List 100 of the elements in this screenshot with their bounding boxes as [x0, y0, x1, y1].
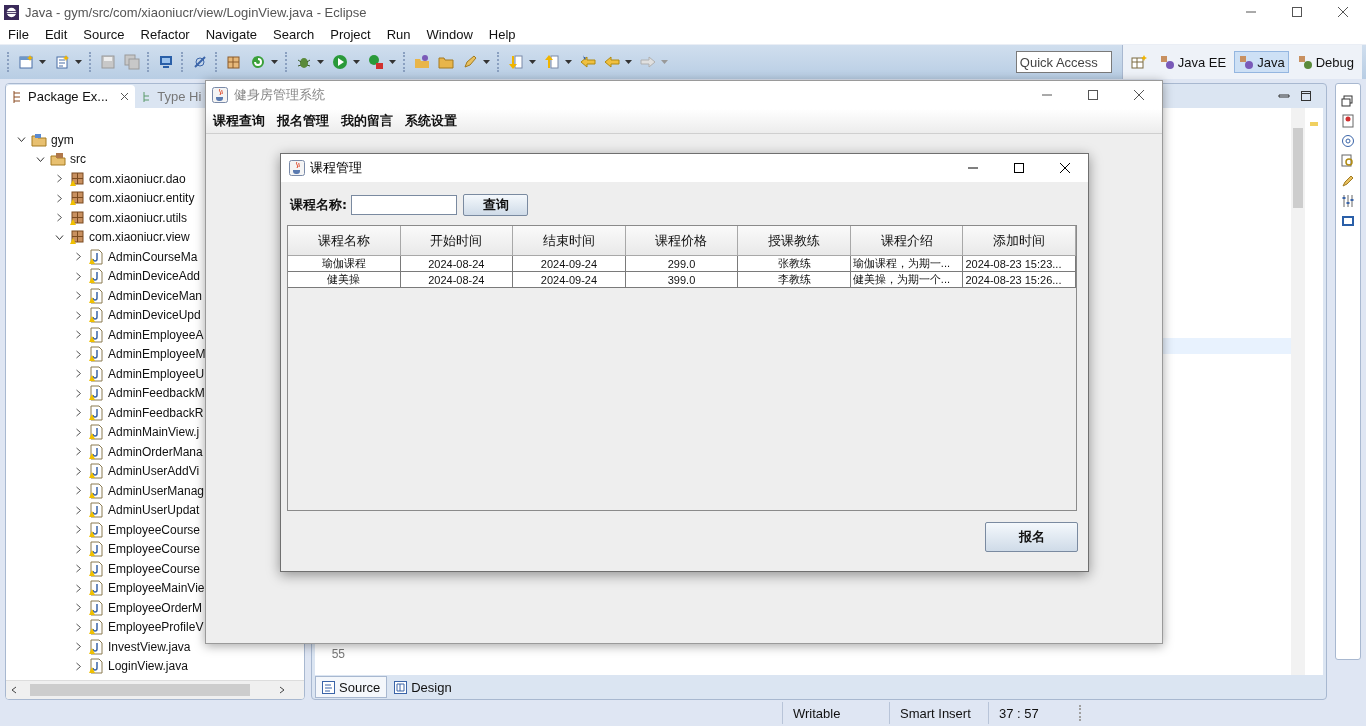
caret-icon[interactable] — [75, 60, 82, 64]
scrollbar-thumb[interactable] — [1293, 128, 1303, 208]
caret-icon[interactable] — [565, 60, 572, 64]
folder-icon[interactable] — [438, 54, 454, 70]
tree-item[interactable]: com.xiaoniucr.entity — [89, 191, 195, 206]
link-icon[interactable] — [192, 54, 208, 70]
chevron-icon[interactable] — [55, 232, 64, 242]
column-header[interactable]: 添加时间 — [963, 226, 1076, 256]
chevron-icon[interactable] — [74, 564, 83, 574]
document-icon[interactable] — [1341, 114, 1355, 128]
tree-item[interactable]: gym — [51, 132, 74, 147]
tree-item[interactable]: AdminMainView.j — [108, 425, 200, 440]
perspective-button[interactable]: Debug — [1292, 51, 1358, 73]
chevron-icon[interactable] — [74, 603, 83, 613]
pen-icon[interactable] — [1341, 174, 1355, 188]
caret-icon[interactable] — [353, 60, 360, 64]
down-arrow-icon[interactable] — [508, 54, 524, 70]
column-header[interactable]: 课程价格 — [625, 226, 739, 256]
chevron-icon[interactable] — [74, 525, 83, 535]
menu-item[interactable]: Search — [265, 26, 323, 42]
chevron-icon[interactable] — [74, 661, 83, 671]
chevron-icon[interactable] — [74, 466, 83, 476]
pen-icon[interactable] — [462, 54, 478, 70]
at-sign-icon[interactable] — [1341, 134, 1355, 148]
perspective-button[interactable]: Java EE — [1154, 51, 1231, 73]
tree-item[interactable]: EmployeeProfileV — [108, 620, 204, 635]
chevron-icon[interactable] — [74, 291, 83, 301]
scroll-left-icon[interactable] — [10, 686, 18, 694]
run-stop-icon[interactable] — [368, 54, 384, 70]
menu-item[interactable]: Edit — [36, 26, 76, 42]
chevron-icon[interactable] — [74, 622, 83, 632]
maximize-icon[interactable] — [1300, 90, 1312, 102]
chevron-icon[interactable] — [74, 369, 83, 379]
menu-item[interactable]: 课程查询 — [208, 112, 272, 130]
menu-item[interactable]: Source — [75, 26, 133, 42]
tree-item[interactable]: AdminDeviceUpd — [108, 308, 201, 323]
tree-item[interactable]: AdminFeedbackR — [108, 405, 204, 420]
tree-item[interactable]: LoginView.java — [108, 659, 188, 674]
caret-icon[interactable] — [39, 60, 46, 64]
tree-item[interactable]: EmployeeOrderM — [108, 600, 203, 615]
chevron-icon[interactable] — [36, 154, 45, 164]
menu-item[interactable]: 我的留言 — [336, 112, 400, 130]
caret-icon[interactable] — [483, 60, 490, 64]
refresh-icon[interactable] — [250, 54, 266, 70]
tree-item[interactable]: AdminEmployeeU — [108, 366, 205, 381]
tree-item[interactable]: EmployeeMainVie — [108, 581, 205, 596]
chevron-icon[interactable] — [55, 213, 64, 223]
chevron-icon[interactable] — [74, 310, 83, 320]
scrollbar-thumb[interactable] — [30, 684, 250, 696]
column-header[interactable]: 结束时间 — [513, 226, 626, 256]
overview-marker[interactable] — [1310, 122, 1318, 126]
chevron-icon[interactable] — [55, 174, 64, 184]
tree-item[interactable]: AdminOrderMana — [108, 444, 203, 459]
menu-item[interactable]: 系统设置 — [400, 112, 464, 130]
chevron-icon[interactable] — [74, 505, 83, 515]
caret-icon[interactable] — [271, 60, 278, 64]
tree-item[interactable]: AdminDeviceMan — [108, 288, 203, 303]
menu-item[interactable]: File — [0, 26, 37, 42]
editor-tab[interactable]: Design — [387, 676, 459, 698]
search-button[interactable]: 查询 — [463, 194, 528, 216]
tree-item[interactable]: AdminEmployeeM — [108, 347, 206, 362]
menu-item[interactable]: Run — [378, 26, 419, 42]
view-tab[interactable]: Type Hi — [135, 85, 202, 108]
tree-item[interactable]: com.xiaoniucr.utils — [89, 210, 188, 225]
menu-item[interactable]: 报名管理 — [272, 112, 336, 130]
menu-item[interactable]: Project — [322, 26, 379, 42]
restore-icon[interactable] — [1341, 94, 1355, 108]
close-icon[interactable] — [120, 92, 130, 101]
column-header[interactable]: 开始时间 — [400, 226, 514, 256]
tree-item[interactable]: AdminFeedbackM — [108, 386, 205, 401]
chevron-icon[interactable] — [74, 447, 83, 457]
tree-item[interactable]: AdminUserManag — [108, 483, 205, 498]
column-header[interactable]: 课程名称 — [288, 226, 401, 256]
course-name-field[interactable] — [351, 195, 457, 215]
tree-item[interactable]: EmployeeCourse — [108, 561, 201, 576]
tree-item[interactable]: EmployeeCourse — [108, 542, 201, 557]
chevron-icon[interactable] — [74, 349, 83, 359]
menu-item[interactable]: Window — [418, 26, 481, 42]
chevron-icon[interactable] — [74, 642, 83, 652]
menu-item[interactable]: Refactor — [132, 26, 198, 42]
menu-item[interactable]: Help — [480, 26, 524, 42]
tree-item[interactable]: com.xiaoniucr.view — [89, 230, 190, 245]
enroll-button[interactable]: 报名 — [985, 522, 1078, 552]
new-item-icon[interactable] — [54, 54, 70, 70]
perspective-button[interactable]: Java — [1234, 51, 1289, 73]
caret-icon[interactable] — [317, 60, 324, 64]
tree-item[interactable]: AdminDeviceAdd — [108, 269, 201, 284]
view-tab[interactable]: Package Ex... — [6, 85, 136, 108]
caret-icon[interactable] — [625, 60, 632, 64]
chevron-icon[interactable] — [74, 486, 83, 496]
open-perspective-icon[interactable] — [1130, 54, 1147, 70]
run-icon[interactable] — [332, 54, 348, 70]
tools-icon[interactable] — [1341, 194, 1355, 208]
chevron-icon[interactable] — [74, 271, 83, 281]
column-header[interactable]: 课程介绍 — [850, 226, 964, 256]
chevron-icon[interactable] — [74, 408, 83, 418]
tree-item[interactable]: AdminCourseMa — [108, 249, 198, 264]
quick-access-field[interactable]: Quick Access — [1015, 51, 1112, 73]
caret-icon[interactable] — [389, 60, 396, 64]
grid-icon[interactable] — [226, 54, 242, 70]
